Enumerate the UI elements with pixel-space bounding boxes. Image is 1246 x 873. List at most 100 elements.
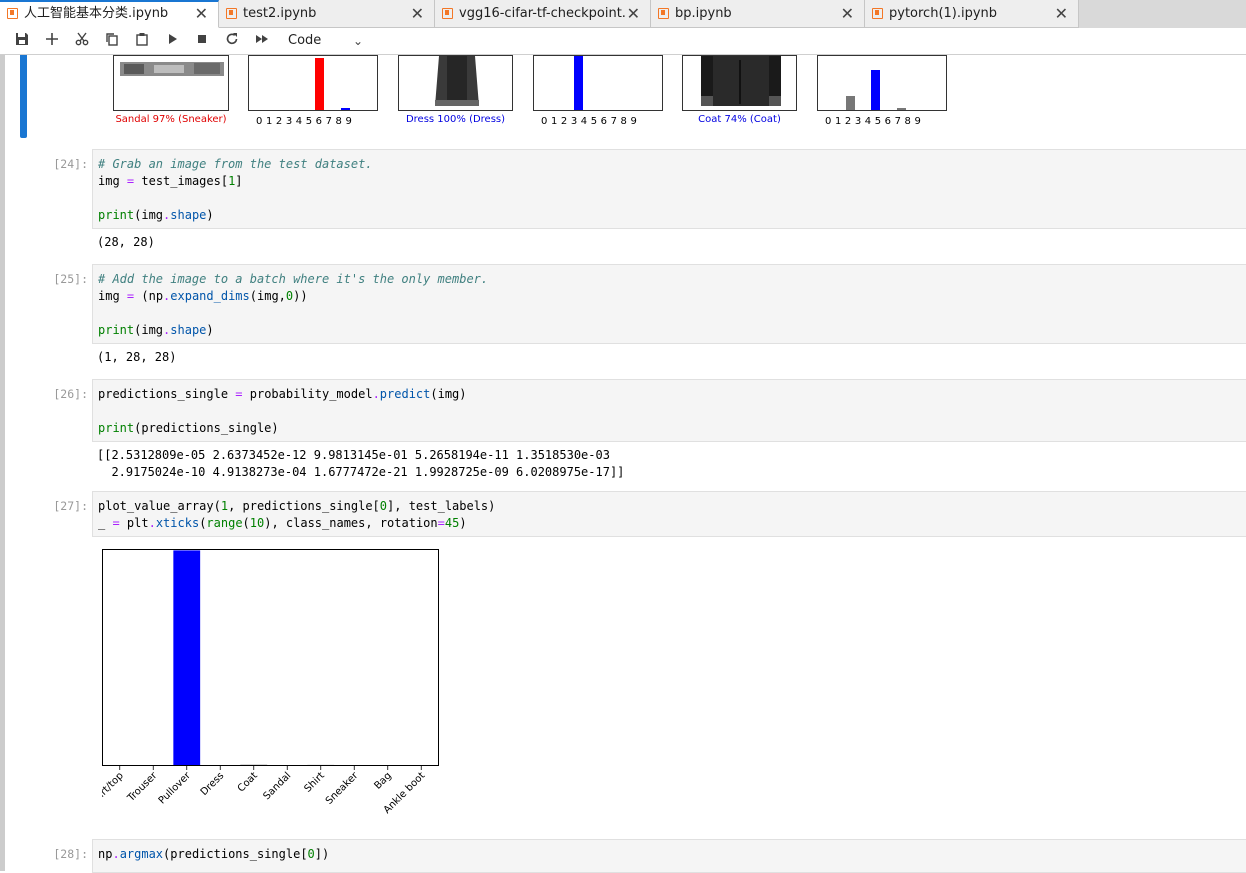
x-tick-label: Sneaker	[324, 770, 361, 807]
code-token: # Grab an image from the test dataset.	[98, 157, 373, 171]
code-line[interactable]: predictions_single = probability_model.p…	[98, 386, 467, 403]
tab-label: vgg16-cifar-tf-checkpoint.ipynb	[459, 0, 627, 28]
paste-icon[interactable]	[132, 32, 152, 52]
tab-vgg16[interactable]: vgg16-cifar-tf-checkpoint.ipynb ✕	[435, 0, 651, 28]
notebook-icon	[658, 8, 669, 19]
cell-output: 2.9175024e-10 4.9138273e-04 1.6777472e-2…	[97, 464, 624, 481]
code-token: (img)	[430, 387, 466, 401]
code-token: (img	[134, 323, 163, 337]
x-tick-label: T-shirt/top	[102, 770, 126, 814]
x-tick-label: Trouser	[125, 770, 160, 805]
code-token: 1	[221, 499, 228, 513]
code-token: print	[98, 323, 134, 337]
code-token: 45	[445, 516, 459, 530]
prediction-bar	[897, 108, 906, 110]
prediction-caption: Sandal 97% (Sneaker)	[113, 114, 229, 125]
save-icon[interactable]	[12, 32, 32, 52]
cell-prompt: [28]:	[8, 847, 88, 861]
code-line[interactable]: plot_value_array(1, predictions_single[0…	[98, 498, 495, 515]
code-cell-input[interactable]: # Grab an image from the test dataset. im…	[92, 149, 1246, 229]
fashion-image-dress	[398, 55, 513, 111]
cell-output: (1, 28, 28)	[97, 349, 176, 366]
code-token: =	[112, 516, 119, 530]
x-tick-label: Bag	[372, 770, 393, 791]
cell-prompt: [25]:	[8, 272, 88, 286]
code-token: plot_value_array(	[98, 499, 221, 513]
cell-prompt: [27]:	[8, 499, 88, 513]
code-token: )	[206, 208, 213, 222]
tab-test2[interactable]: test2.ipynb ✕	[219, 0, 435, 28]
tab-ai-basic-classification[interactable]: 人工智能基本分类.ipynb ✕	[0, 0, 219, 28]
cut-icon[interactable]	[72, 32, 92, 52]
code-cell-input[interactable]: np.argmax(predictions_single[0])	[92, 839, 1246, 873]
active-cell-indicator[interactable]	[20, 55, 27, 138]
code-token: argmax	[120, 847, 163, 861]
code-line[interactable]: print(img.shape)	[98, 207, 214, 224]
code-token: print	[98, 208, 134, 222]
tab-pytorch[interactable]: pytorch(1).ipynb ✕	[865, 0, 1079, 28]
code-line[interactable]: img = (np.expand_dims(img,0))	[98, 288, 308, 305]
code-token: # Add the image to a batch where it's th…	[98, 272, 488, 286]
x-tick-label: Dress	[199, 770, 227, 798]
code-line[interactable]: _ = plt.xticks(range(10), class_names, r…	[98, 515, 467, 532]
run-icon[interactable]	[162, 32, 182, 52]
code-token: (predictions_single[	[163, 847, 308, 861]
code-line[interactable]: print(img.shape)	[98, 322, 214, 339]
tab-bp[interactable]: bp.ipynb ✕	[651, 0, 865, 28]
close-icon[interactable]: ✕	[1055, 0, 1068, 28]
left-panel-border	[0, 55, 5, 871]
code-token: img	[98, 174, 127, 188]
prediction-bars-1	[533, 55, 663, 111]
code-token: img	[98, 289, 127, 303]
tick-labels: 0 1 2 3 4 5 6 7 8 9	[825, 116, 921, 127]
code-token: (np	[134, 289, 163, 303]
code-token: =	[438, 516, 445, 530]
code-cell-input[interactable]: predictions_single = probability_model.p…	[92, 379, 1246, 442]
tab-label: bp.ipynb	[675, 0, 732, 28]
code-cell-input[interactable]: # Add the image to a batch where it's th…	[92, 264, 1246, 344]
code-token: 10	[250, 516, 264, 530]
code-line[interactable]: # Grab an image from the test dataset.	[98, 156, 373, 173]
cell-type-select[interactable]: Code	[288, 31, 321, 51]
fashion-image-sneaker	[113, 55, 229, 111]
code-token: (predictions_single)	[134, 421, 279, 435]
chevron-down-icon[interactable]: ⌄	[353, 31, 363, 51]
notebook-icon	[7, 8, 18, 19]
bar-chart-svg	[103, 550, 438, 765]
prediction-bars-0	[248, 55, 378, 111]
code-token: shape	[170, 208, 206, 222]
close-icon[interactable]: ✕	[627, 0, 640, 28]
code-line[interactable]: np.argmax(predictions_single[0])	[98, 846, 329, 863]
copy-icon[interactable]	[102, 32, 122, 52]
cell-prompt: [26]:	[8, 387, 88, 401]
add-cell-icon[interactable]	[42, 32, 62, 52]
code-token: shape	[170, 323, 206, 337]
tab-label: test2.ipynb	[243, 0, 316, 28]
code-token: )	[459, 516, 466, 530]
code-line[interactable]: print(predictions_single)	[98, 420, 279, 437]
code-token: )	[206, 323, 213, 337]
code-line[interactable]: # Add the image to a batch where it's th…	[98, 271, 488, 288]
code-cell-input[interactable]: plot_value_array(1, predictions_single[0…	[92, 491, 1246, 537]
code-token: range	[206, 516, 242, 530]
notebook-icon	[872, 8, 883, 19]
code-line[interactable]: img = test_images[1]	[98, 173, 243, 190]
code-token: print	[98, 421, 134, 435]
bar-2	[173, 550, 200, 765]
notebook-icon	[442, 8, 453, 19]
close-icon[interactable]: ✕	[411, 0, 424, 28]
close-icon[interactable]: ✕	[195, 2, 208, 26]
stop-icon[interactable]	[192, 32, 212, 52]
close-icon[interactable]: ✕	[841, 0, 854, 28]
tab-label: 人工智能基本分类.ipynb	[24, 2, 168, 26]
code-token: .	[112, 847, 119, 861]
restart-icon[interactable]	[222, 32, 242, 52]
run-all-icon[interactable]	[252, 32, 272, 52]
code-token: plt	[120, 516, 149, 530]
tick-labels: 0 1 2 3 4 5 6 7 8 9	[256, 116, 352, 127]
code-token: , predictions_single[	[228, 499, 380, 513]
code-token: ), class_names, rotation	[264, 516, 437, 530]
code-token: .	[373, 387, 380, 401]
class-probability-chart	[102, 549, 439, 766]
code-token: .	[149, 516, 156, 530]
